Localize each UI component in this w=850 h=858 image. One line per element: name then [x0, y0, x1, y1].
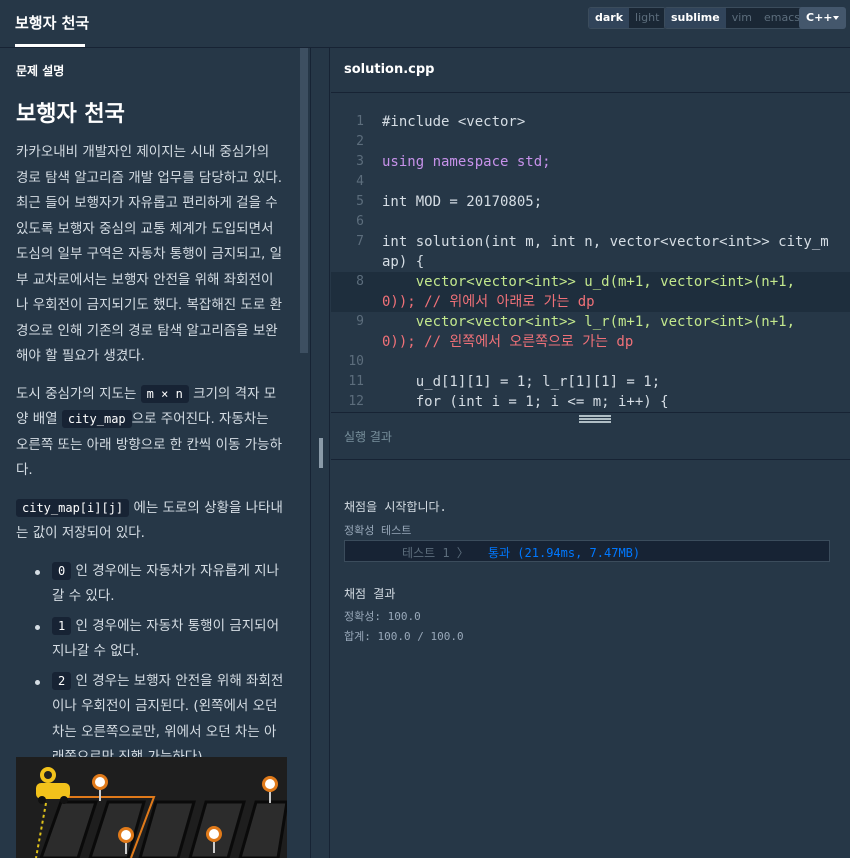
grading-start-message: 채점을 시작합니다. — [344, 500, 447, 514]
language-label: C++ — [806, 11, 833, 24]
code-text: for (int i = 1; i <= m; i++) { — [382, 394, 669, 410]
line-number: 12 — [348, 394, 364, 409]
problem-tab[interactable]: 보행자 천국 — [15, 0, 89, 47]
resize-handle-icon[interactable] — [319, 438, 323, 468]
grading-result-label: 채점 결과 — [344, 587, 396, 601]
line-number: 9 — [356, 314, 364, 329]
code-text: vector<vector<int>> u_d(m+1, vector<int>… — [382, 274, 796, 290]
code-text: u_d[1][1] = 1; l_r[1][1] = 1; — [382, 374, 661, 390]
theme-toggle: dark light — [588, 7, 667, 29]
total-score: 합계: 100.0 / 100.0 — [344, 630, 464, 643]
code-line: 2 — [331, 132, 850, 152]
code-line-active: 8 vector<vector<int>> u_d(m+1, vector<in… — [331, 272, 850, 292]
result-title: 실행 결과 — [344, 430, 392, 444]
code-text: 0)); // 왼쪽에서 오른쪽으로 가는 dp — [382, 334, 634, 350]
keymap-vim-button[interactable]: vim — [726, 8, 758, 28]
test-result-row: 테스트 1 〉 통과 (21.94ms, 7.47MB) — [344, 540, 830, 562]
inline-code: 0 — [52, 561, 72, 580]
keymap-sublime-button[interactable]: sublime — [665, 8, 726, 28]
line-number: 10 — [348, 354, 364, 369]
code-line: 11 u_d[1][1] = 1; l_r[1][1] = 1; — [331, 372, 850, 392]
code-line: 9 vector<vector<int>> l_r(m+1, vector<in… — [331, 312, 850, 332]
result-output: 채점을 시작합니다. 정확성 테스트 테스트 1 〉 통과 (21.94ms, … — [331, 461, 850, 858]
code-text: #include <vector> — [382, 114, 526, 130]
code-line: 5 int MOD = 20170805; — [331, 192, 850, 212]
description-paragraph: 카카오내비 개발자인 제이지는 시내 중심가의 경로 탐색 알고리즘 개발 업무… — [16, 144, 283, 364]
inline-code: city_map[i][j] — [16, 498, 130, 517]
accuracy-test-label: 정확성 테스트 — [344, 524, 412, 537]
line-number: 11 — [348, 374, 364, 389]
section-label: 문제 설명 — [16, 64, 65, 78]
horizontal-resize-handle-icon[interactable] — [579, 415, 611, 423]
code-line-active: 0)); // 위에서 아래로 가는 dp — [331, 292, 850, 312]
test-pass-status: 통과 (21.94ms, 7.47MB) — [488, 546, 641, 560]
code-text: vector<vector<int>> l_r(m+1, vector<int>… — [382, 314, 796, 330]
problem-title: 보행자 천국 — [16, 102, 125, 127]
theme-light-button[interactable]: light — [629, 8, 665, 28]
list-item: 2 인 경우는 보행자 안전을 위해 좌회전이나 우회전이 금지된다. (왼쪽에… — [16, 669, 284, 771]
line-number: 8 — [356, 274, 364, 289]
bullet-icon — [35, 679, 40, 685]
code-text: int MOD = 20170805; — [382, 194, 543, 210]
keymap-toggle: sublime vim emacs — [664, 7, 808, 29]
line-number: 5 — [356, 194, 364, 209]
description-scrollbar[interactable] — [300, 48, 308, 353]
editor-top-padding — [331, 94, 850, 112]
inline-code: 2 — [52, 671, 72, 690]
code-line: 0)); // 왼쪽에서 오른쪽으로 가는 dp — [331, 332, 850, 352]
line-number: 6 — [356, 214, 364, 229]
line-number: 3 — [356, 154, 364, 169]
line-number: 1 — [356, 114, 364, 129]
active-tab-indicator — [15, 44, 85, 47]
cell-description: city_map[i][j] 에는 도로의 상황을 나타내는 값이 저장되어 있… — [16, 496, 284, 547]
inline-code: 1 — [52, 616, 72, 635]
code-text: 0)); // 위에서 아래로 가는 dp — [382, 294, 595, 310]
city-map-illustration — [16, 757, 289, 858]
panel-resizer[interactable] — [310, 48, 330, 858]
code-line: 12 for (int i = 1; i <= m; i++) { — [331, 392, 850, 412]
code-editor[interactable]: 1 #include <vector> 2 3 using namespace st… — [331, 94, 850, 412]
code-line: 1 #include <vector> — [331, 112, 850, 132]
text-fragment: 도시 중심가의 지도는 — [16, 385, 137, 402]
code-line: ap) { — [331, 252, 850, 272]
code-line: 7 int solution(int m, int n, vector<vecto… — [331, 232, 850, 252]
map-description: 도시 중심가의 지도는 m × n 크기의 격자 모양 배열 city_map 으… — [16, 382, 284, 484]
editor-file-tab: solution.cpp — [331, 48, 850, 93]
code-line: 4 — [331, 172, 850, 192]
rules-list: 0 인 경우에는 자동차가 자유롭게 지나갈 수 있다. 1 인 경우에는 자동… — [16, 559, 284, 771]
problem-panel: 문제 설명 보행자 천국 카카오내비 개발자인 제이지는 시내 중심가의 경로 … — [0, 48, 310, 858]
test-case-label: 테스트 1 〉 — [402, 546, 469, 560]
accuracy-score: 정확성: 100.0 — [344, 610, 421, 623]
code-line: 6 — [331, 212, 850, 232]
city-map-image — [16, 757, 289, 858]
code-line: 3 using namespace std; — [331, 152, 850, 172]
theme-dark-button[interactable]: dark — [589, 8, 630, 28]
language-select[interactable]: C++ — [799, 7, 846, 29]
code-text: int solution(int m, int n, vector<vector… — [382, 234, 829, 250]
rule-text: 인 경우에는 자동차가 자유롭게 지나갈 수 있다. — [52, 562, 279, 605]
inline-code: city_map — [61, 410, 132, 428]
code-text: ap) { — [382, 254, 425, 270]
list-item: 1 인 경우에는 자동차 통행이 금지되어 지나갈 수 없다. — [16, 614, 284, 665]
line-number: 7 — [356, 234, 364, 249]
line-number: 4 — [356, 174, 364, 189]
line-number: 2 — [356, 134, 364, 149]
bullet-icon — [35, 624, 40, 630]
bullet-icon — [35, 569, 40, 575]
inline-code: m × n — [140, 384, 189, 403]
file-name[interactable]: solution.cpp — [344, 62, 435, 77]
rule-text: 인 경우는 보행자 안전을 위해 좌회전이나 우회전이 금지된다. (왼쪽에서 … — [52, 672, 284, 766]
code-line: 10 — [331, 352, 850, 372]
code-text: using namespace std; — [382, 154, 551, 170]
rule-text: 인 경우에는 자동차 통행이 금지되어 지나갈 수 없다. — [52, 617, 279, 660]
top-bar: 보행자 천국 dark light sublime vim emacs C++ — [0, 0, 850, 48]
chevron-down-icon — [833, 16, 839, 20]
list-item: 0 인 경우에는 자동차가 자유롭게 지나갈 수 있다. — [16, 559, 284, 610]
